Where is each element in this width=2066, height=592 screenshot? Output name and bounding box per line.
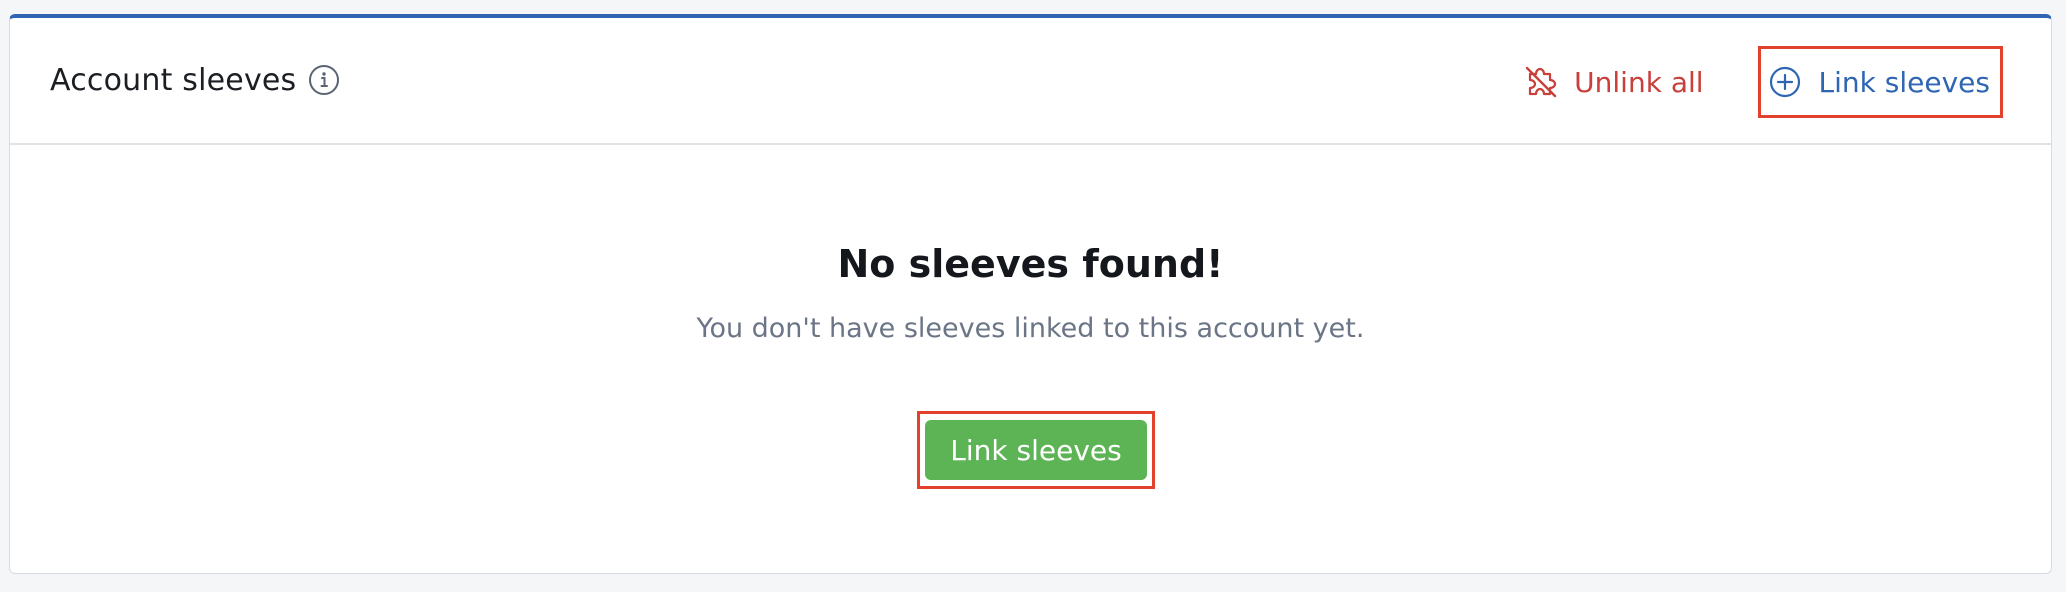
page-title: Account sleeves [50,62,297,98]
unlink-all-label: Unlink all [1574,65,1704,99]
unlink-all-button[interactable]: Unlink all [1524,65,1704,99]
plus-circle-icon [1769,66,1801,98]
cta-highlight-frame: Link sleeves [917,411,1155,489]
empty-state-subtitle: You don't have sleeves linked to this ac… [696,313,1365,344]
title-wrap: Account sleeves [50,60,340,100]
header-actions: Unlink all Link sleeves [1524,46,2003,118]
card-header: Account sleeves Unlink all Link sleeves [10,18,2051,145]
empty-state-title: No sleeves found! [837,242,1224,286]
info-icon[interactable] [308,64,340,96]
link-sleeves-button[interactable]: Link sleeves [925,420,1147,480]
empty-state: No sleeves found! You don't have sleeves… [10,145,2051,573]
link-sleeves-header-button[interactable]: Link sleeves [1757,46,2003,118]
link-sleeves-header-label: Link sleeves [1818,65,1990,99]
puzzle-broken-icon [1524,65,1558,99]
account-sleeves-card: Account sleeves Unlink all Link sleeves … [9,14,2052,574]
